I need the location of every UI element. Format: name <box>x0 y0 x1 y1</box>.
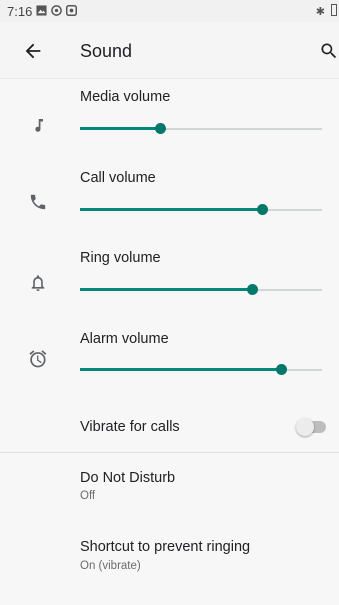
vibrate-for-calls-row[interactable]: Vibrate for calls <box>0 403 339 451</box>
back-arrow-icon[interactable] <box>22 40 44 62</box>
sound-settings-list: Media volume Call volume Ring volume Ala… <box>0 79 339 605</box>
slider-thumb[interactable] <box>275 364 287 375</box>
app-bar: Sound <box>0 22 339 79</box>
do-not-disturb-status: Off <box>80 490 96 502</box>
alarm-volume-label: Alarm volume <box>80 331 169 347</box>
status-right-icons: ✱ <box>316 4 337 18</box>
music-note-icon <box>35 118 43 132</box>
app-status-icon <box>66 5 77 16</box>
alarm-volume-row: Alarm volume <box>0 322 339 402</box>
slider-thumb[interactable] <box>154 123 166 134</box>
slider-fill <box>80 127 160 130</box>
call-volume-slider[interactable] <box>80 202 322 218</box>
alarm-clock-icon <box>29 350 47 368</box>
bell-icon <box>31 275 45 291</box>
media-volume-row: Media volume <box>0 79 339 159</box>
search-icon[interactable] <box>319 41 339 61</box>
shortcut-prevent-ringing-status: On (vibrate) <box>80 560 141 572</box>
ring-volume-row: Ring volume <box>0 241 339 321</box>
vibrate-for-calls-toggle[interactable] <box>296 418 326 436</box>
page-title: Sound <box>80 41 133 61</box>
call-volume-label: Call volume <box>80 170 156 186</box>
slider-thumb[interactable] <box>256 204 268 215</box>
status-bar: 7:16 ✱ <box>0 0 339 22</box>
call-volume-row: Call volume <box>0 160 339 240</box>
gallery-icon <box>36 5 47 16</box>
slider-thumb[interactable] <box>246 284 258 295</box>
shortcut-prevent-ringing-item[interactable]: Shortcut to prevent ringing On (vibrate) <box>0 525 339 591</box>
shortcut-prevent-ringing-title: Shortcut to prevent ringing <box>80 539 251 555</box>
ring-volume-label: Ring volume <box>80 250 161 266</box>
ring-volume-slider[interactable] <box>80 282 322 298</box>
toggle-thumb <box>296 418 314 436</box>
do-not-disturb-item[interactable]: Do Not Disturb Off <box>0 453 339 519</box>
battery-icon <box>331 4 337 16</box>
phone-icon <box>30 194 46 210</box>
slider-fill <box>80 368 281 371</box>
bluetooth-icon: ✱ <box>315 6 325 18</box>
do-not-disturb-title: Do Not Disturb <box>80 470 176 486</box>
status-time: 7:16 <box>7 4 33 19</box>
slider-fill <box>80 288 252 291</box>
vibrate-for-calls-label: Vibrate for calls <box>80 419 180 435</box>
alarm-volume-slider[interactable] <box>80 362 322 378</box>
media-volume-slider[interactable] <box>80 121 322 137</box>
settings-status-icon <box>51 5 62 16</box>
slider-fill <box>80 208 262 211</box>
media-volume-label: Media volume <box>80 89 171 105</box>
